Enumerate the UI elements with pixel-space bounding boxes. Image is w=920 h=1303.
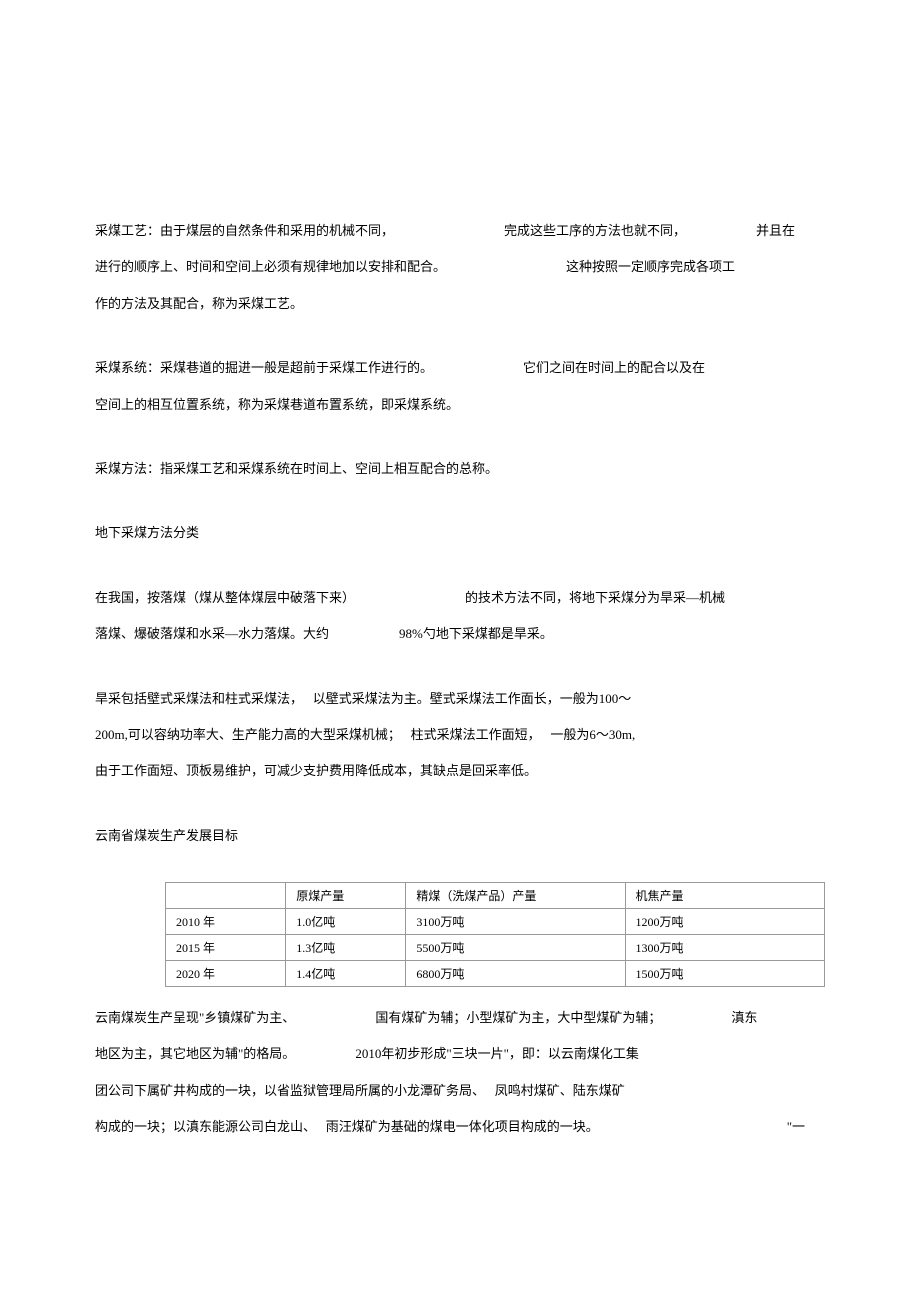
text: 作的方法及其配合，称为采煤工艺。 (95, 296, 303, 311)
text: 采煤系统：采煤巷道的掘进一般是超前于采煤工作进行的。 (95, 360, 433, 375)
text: 这种按照一定顺序完成各项工 (566, 259, 735, 274)
text: 98%勺地下采煤都是旱采。 (399, 626, 553, 641)
table-cell: 6800万吨 (406, 961, 625, 987)
table-cell: 2010 年 (166, 909, 286, 935)
text: 并且在 (756, 223, 795, 238)
text: 在我国，按落煤（煤从整体煤层中破落下来） (95, 590, 355, 605)
table-row: 2015 年 1.3亿吨 5500万吨 1300万吨 (166, 935, 825, 961)
table-cell: 1.3亿吨 (286, 935, 406, 961)
table-header: 精煤（洗煤产品）产量 (406, 883, 625, 909)
table-cell: 2015 年 (166, 935, 286, 961)
text: 滇东 (731, 1010, 757, 1025)
text: 采煤工艺：由于煤层的自然条件和采用的机械不同， (95, 223, 394, 238)
text: 2010年初步形成"三块一片"，即：以云南煤化工集 (355, 1046, 639, 1061)
paragraph-mining-method: 采煤方法：指采煤工艺和采煤系统在时间上、空间上相互配合的总称。 (95, 451, 825, 487)
production-table: 原煤产量 精煤（洗煤产品）产量 机焦产量 2010 年 1.0亿吨 3100万吨… (165, 882, 825, 987)
text: 构成的一块；以滇东能源公司白龙山、 雨汪煤矿为基础的煤电一体化项目构成的一块。 (95, 1119, 599, 1134)
table-cell: 2020 年 (166, 961, 286, 987)
paragraph-dry-mining: 旱采包括壁式采煤法和柱式采煤法， 以壁式采煤法为主。壁式采煤法工作面长，一般为1… (95, 681, 825, 790)
table-header (166, 883, 286, 909)
table-row: 2020 年 1.4亿吨 6800万吨 1500万吨 (166, 961, 825, 987)
text: 国有煤矿为辅；小型煤矿为主，大中型煤矿为辅； (375, 1010, 661, 1025)
text: 空间上的相互位置系统，称为采煤巷道布置系统，即采煤系统。 (95, 397, 459, 412)
paragraph-classification-body: 在我国，按落煤（煤从整体煤层中破落下来） 的技术方法不同，将地下采煤分为旱采—机械… (95, 580, 825, 653)
heading-classification: 地下采煤方法分类 (95, 515, 825, 551)
trailing-text: "一 (787, 1109, 805, 1145)
document-page: 采煤工艺：由于煤层的自然条件和采用的机械不同， 完成这些工序的方法也就不同， 并且在… (0, 0, 920, 1303)
text: 落煤、爆破落煤和水采—水力落煤。大约 (95, 626, 329, 641)
table-cell: 5500万吨 (406, 935, 625, 961)
paragraph-yunnan-pattern: 云南煤炭生产呈现"乡镇煤矿为主、 国有煤矿为辅；小型煤矿为主，大中型煤矿为辅； 滇东… (95, 1000, 825, 1146)
table-cell: 1.4亿吨 (286, 961, 406, 987)
heading-yunnan-targets: 云南省煤炭生产发展目标 (95, 818, 825, 854)
table-cell: 1500万吨 (625, 961, 824, 987)
paragraph-mining-process: 采煤工艺：由于煤层的自然条件和采用的机械不同， 完成这些工序的方法也就不同， 并且在… (95, 213, 825, 322)
table-cell: 3100万吨 (406, 909, 625, 935)
table-header: 机焦产量 (625, 883, 824, 909)
text: 200m,可以容纳功率大、生产能力高的大型采煤机械； 柱式采煤法工作面短， 一般… (95, 727, 635, 742)
text: 完成这些工序的方法也就不同， (504, 223, 686, 238)
text: 进行的顺序上、时间和空间上必须有规律地加以安排和配合。 (95, 259, 446, 274)
text: 地下采煤方法分类 (95, 525, 199, 540)
text: 它们之间在时间上的配合以及在 (523, 360, 705, 375)
text: 团公司下属矿井构成的一块，以省监狱管理局所属的小龙潭矿务局、 凤鸣村煤矿、陆东煤… (95, 1083, 625, 1098)
paragraph-mining-system: 采煤系统：采煤巷道的掘进一般是超前于采煤工作进行的。 它们之间在时间上的配合以及在… (95, 350, 825, 423)
text: 由于工作面短、顶板易维护，可减少支护费用降低成本，其缺点是回采率低。 (95, 763, 537, 778)
text: 云南省煤炭生产发展目标 (95, 828, 238, 843)
text: 的技术方法不同，将地下采煤分为旱采—机械 (465, 590, 725, 605)
text: 地区为主，其它地区为辅"的格局。 (95, 1046, 295, 1061)
text: 云南煤炭生产呈现"乡镇煤矿为主、 (95, 1010, 295, 1025)
table-header: 原煤产量 (286, 883, 406, 909)
text: 旱采包括壁式采煤法和柱式采煤法， 以壁式采煤法为主。壁式采煤法工作面长，一般为1… (95, 691, 631, 706)
table-header-row: 原煤产量 精煤（洗煤产品）产量 机焦产量 (166, 883, 825, 909)
table-cell: 1300万吨 (625, 935, 824, 961)
text: 采煤方法：指采煤工艺和采煤系统在时间上、空间上相互配合的总称。 (95, 461, 498, 476)
table-cell: 1.0亿吨 (286, 909, 406, 935)
table-cell: 1200万吨 (625, 909, 824, 935)
table-row: 2010 年 1.0亿吨 3100万吨 1200万吨 (166, 909, 825, 935)
